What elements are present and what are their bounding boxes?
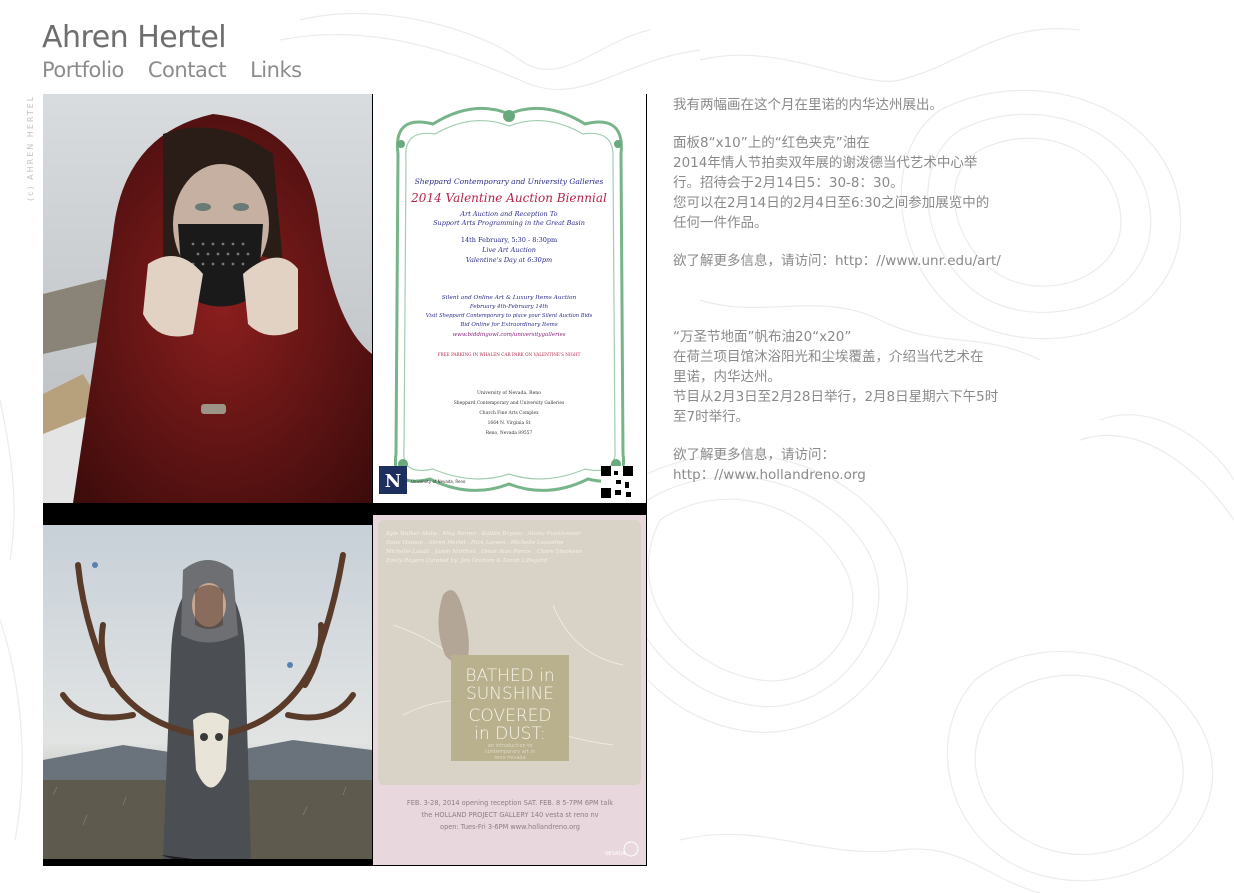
holland-sub3: reno nevada [494,755,525,761]
holland-names4: Emily Rogers Curated by: Jen Graham & Sa… [385,558,548,564]
valentine-auction-poster[interactable]: Sheppard Contemporary and University Gal… [373,94,646,503]
poster-line1: Sheppard Contemporary and University Gal… [415,177,604,186]
logo-letter: N [385,471,401,492]
poster-title: 2014 Valentine Auction Biennial [410,191,607,205]
post-text: 我有两幅画在这个月在里诺的内华达州展出。 面板8“x10”上的“红色夹克”油在 … [673,95,1033,503]
holland-footer1: FEB. 3-28, 2014 opening reception SAT. F… [407,799,613,807]
nav-contact[interactable]: Contact [148,58,227,82]
poster-bid: Bid Online for Extraordinary Items [459,322,558,328]
nav-portfolio[interactable]: Portfolio [42,58,124,82]
red-coat-painting[interactable] [43,94,372,503]
site-title[interactable]: Ahren Hertel [42,20,227,55]
poster-complex: Church Fine Arts Complex [479,411,539,416]
antlers-painting[interactable] [43,525,372,859]
poster-parking: FREE PARKING IN WHALEN CAR PARK ON VALEN… [438,352,581,357]
holland-title4: in DUST: [474,724,545,744]
holland-project-poster[interactable]: BATHED in SUNSHINE COVERED in DUST: an i… [373,515,646,865]
paragraph-unr-link[interactable]: 欲了解更多信息，请访问：http：//www.unr.edu/art/ [673,251,1033,271]
paragraph-holland: “万圣节地面”帆布油20“x20” 在荷兰项目馆沐浴阳光和尘埃覆盖，介绍当代艺术… [673,329,999,425]
nevada-mark: NEVADA [605,851,626,857]
poster-visit: Visit Sheppard Contemporary to place you… [426,313,593,319]
holland-poster-image: BATHED in SUNSHINE COVERED in DUST: an i… [373,515,646,865]
poster-date: 14th February, 5:30 - 8:30pm [461,236,557,244]
poster-url: www.biddingowl.com/universitygalleries [452,332,565,338]
poster-subtitle2: Support Arts Programming in the Great Ba… [433,219,585,227]
holland-title2: SUNSHINE [466,684,554,704]
butterfly-icon [92,562,98,568]
valentine-poster-image: Sheppard Contemporary and University Gal… [373,94,646,503]
image-gallery: Sheppard Contemporary and University Gal… [43,94,647,866]
holland-footer2: the HOLLAND PROJECT GALLERY 140 vesta st… [421,811,598,819]
nav-links[interactable]: Links [250,58,302,82]
qr-code-icon [601,466,633,498]
holland-title1: BATHED in [465,666,554,686]
red-coat-painting-image [43,94,372,503]
paragraph-intro: 我有两幅画在这个月在里诺的内华达州展出。 [673,97,943,113]
poster-live: Live Art Auction [481,246,536,254]
holland-title3: COVERED [469,706,552,726]
poster-street: 1664 N. Virginia St [488,421,531,426]
holland-footer3: open: Tues-Fri 3-6PM www.hollandreno.org [440,823,580,831]
poster-silent-dates: February 4th-February 14th [469,304,549,310]
poster-gallery: Sheppard Contemporary and University Gal… [454,401,565,406]
paragraph-holland-link[interactable]: 欲了解更多信息，请访问： http：//www.hollandreno.org [673,445,1033,485]
poster-vday: Valentine's Day at 6:30pm [466,256,552,264]
logo-text: University of Nevada, Reno [411,479,466,484]
poster-univ: University of Nevada, Reno [477,390,541,396]
main-nav: Portfolio Contact Links [42,58,302,82]
holland-names2: Dane Haman . Ahren Hertel . Nick Larsen … [385,540,564,546]
paragraph-red-coat: 面板8“x10”上的“红色夹克”油在 2014年情人节拍卖双年展的谢泼德当代艺术… [673,135,990,231]
holland-names3: Michelle Lasalt . Jason Northon . Omar A… [385,549,582,555]
antlers-painting-image [43,525,372,859]
holland-names1: Kyle Walker Akins . Meg Berner . Kaitlin… [385,531,581,537]
copyright-vertical-text: (c) AHREN HERTEL [26,95,35,202]
poster-silent: Silent and Online Art & Luxury Items Auc… [442,295,577,301]
poster-city: Reno, Nevada 89557 [486,431,533,436]
poster-subtitle1: Art Auction and Reception To [459,210,557,218]
